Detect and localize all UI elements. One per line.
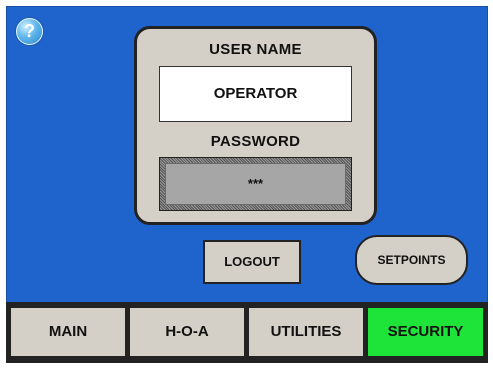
help-icon[interactable]: ?: [16, 18, 43, 45]
password-label: PASSWORD: [210, 133, 301, 150]
username-field[interactable]: OPERATOR: [159, 66, 352, 122]
bottom-tab-bar: MAIN H-O-A UTILITIES SECURITY: [6, 302, 488, 363]
tab-security[interactable]: SECURITY: [366, 306, 485, 358]
password-field[interactable]: ***: [159, 157, 352, 211]
tab-utilities[interactable]: UTILITIES: [247, 306, 365, 358]
setpoints-button[interactable]: SETPOINTS: [355, 235, 468, 285]
password-value: ***: [165, 163, 346, 205]
tab-h-o-a[interactable]: H-O-A: [128, 306, 246, 358]
hmi-screen: ? USER NAME OPERATOR PASSWORD *** LOGOUT…: [6, 6, 488, 363]
tab-main[interactable]: MAIN: [9, 306, 127, 358]
login-panel: USER NAME OPERATOR PASSWORD ***: [134, 26, 377, 225]
logout-button[interactable]: LOGOUT: [203, 240, 301, 284]
username-label: USER NAME: [209, 41, 302, 58]
